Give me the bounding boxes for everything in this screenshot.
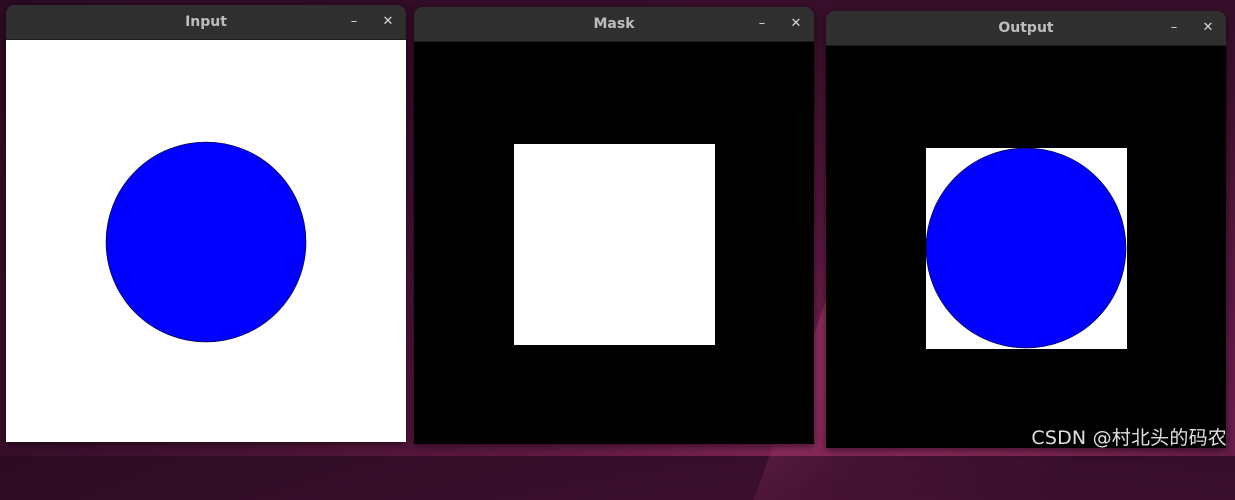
mask-titlebar[interactable]: Mask – ✕: [414, 7, 814, 42]
output-titlebar[interactable]: Output – ✕: [826, 11, 1226, 46]
input-image-canvas: [6, 40, 406, 442]
output-blue-circle: [925, 147, 1127, 349]
mask-image: [414, 42, 814, 444]
mask-close-icon[interactable]: ✕: [784, 12, 808, 36]
output-close-icon[interactable]: ✕: [1196, 16, 1220, 40]
output-minimize-icon[interactable]: –: [1162, 16, 1186, 40]
input-blue-circle: [105, 141, 307, 343]
mask-window: Mask – ✕: [414, 7, 814, 444]
input-close-icon[interactable]: ✕: [376, 10, 400, 34]
input-titlebar[interactable]: Input – ✕: [6, 5, 406, 40]
output-image: [826, 46, 1226, 448]
input-image: [6, 40, 406, 442]
mask-image-canvas: [414, 42, 814, 444]
csdn-watermark: CSDN @村北头的码农: [1031, 427, 1227, 449]
input-minimize-icon[interactable]: –: [342, 10, 366, 34]
mask-white-square: [514, 144, 715, 345]
output-image-canvas: [826, 46, 1226, 448]
output-window: Output – ✕: [826, 11, 1226, 448]
mask-minimize-icon[interactable]: –: [750, 12, 774, 36]
input-window: Input – ✕: [6, 5, 406, 442]
